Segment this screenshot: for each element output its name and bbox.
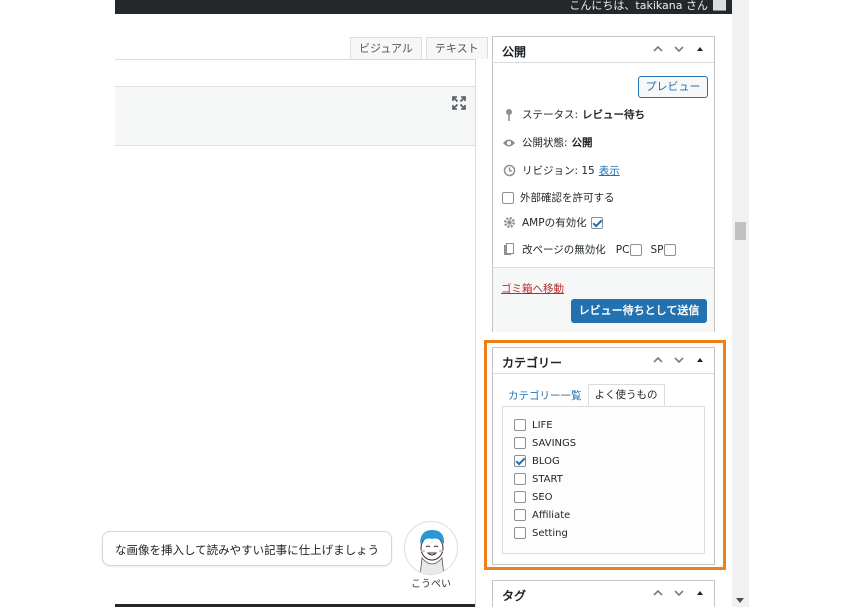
visibility-label: 公開状態: (522, 137, 568, 149)
status-row: ステータス: レビュー待ち (502, 107, 645, 122)
tab-most-used[interactable]: よく使うもの (587, 384, 665, 406)
chevron-down-icon[interactable] (673, 587, 685, 599)
amp-label: AMPの有効化 (522, 217, 587, 229)
list-item: BLOG (514, 455, 560, 467)
tag-box-controls (652, 587, 706, 599)
pin-icon (502, 108, 516, 122)
amp-row: AMPの有効化 (502, 215, 603, 230)
visibility-value: 公開 (571, 137, 593, 149)
admin-avatar[interactable] (713, 0, 726, 11)
chevron-up-icon[interactable] (652, 43, 664, 55)
revisions-link[interactable]: 表示 (599, 163, 620, 178)
publish-box-title: 公開 (502, 45, 527, 59)
collapse-toggle-icon[interactable] (694, 354, 706, 366)
category-tabs: カテゴリー一覧 よく使うもの (502, 384, 665, 406)
sp-checkbox[interactable] (664, 243, 677, 256)
sp-label: SP (650, 243, 664, 256)
preview-button[interactable]: プレビュー (638, 76, 708, 98)
category-list: LIFE SAVINGS BLOG START SEO Affiliate Se… (502, 406, 705, 554)
screen: こんにちは、takikana さん ビジュアル テキスト な画像を挿入して読みや… (0, 0, 862, 607)
publish-box-controls (652, 43, 706, 55)
collapse-toggle-icon[interactable] (694, 587, 706, 599)
publish-box: 公開 プレビュー ステータス: レビュー待ち 公開状態: 公開 リビジョン: 1… (492, 36, 715, 332)
scrollbar-track[interactable] (732, 0, 749, 607)
publish-box-header: 公開 (493, 37, 714, 63)
pages-icon (502, 243, 516, 257)
tag-box-header: タグ (493, 581, 714, 607)
revisions-row: リビジョン: 15 表示 (502, 163, 620, 178)
tag-box: タグ (492, 580, 715, 607)
tip-bubble: な画像を挿入して読みやすい記事に仕上げましょう (102, 531, 392, 566)
admin-greeting[interactable]: こんにちは、takikana さん (569, 0, 708, 13)
pc-label: PC (615, 243, 630, 256)
submit-review-button[interactable]: レビュー待ちとして送信 (571, 299, 707, 323)
fullscreen-icon[interactable] (452, 96, 466, 110)
status-value: レビュー待ち (582, 109, 646, 121)
pagebreak-row: 改ページの無効化 PC SP (502, 242, 677, 257)
external-check-label: 外部確認を許可する (520, 192, 615, 204)
external-check-row: 外部確認を許可する (502, 190, 615, 205)
chevron-up-icon[interactable] (652, 354, 664, 366)
category-checkbox-life[interactable] (514, 419, 526, 431)
history-icon (502, 164, 516, 178)
list-item: LIFE (514, 419, 553, 431)
external-check-checkbox[interactable] (502, 191, 514, 204)
tip-text: な画像を挿入して読みやすい記事に仕上げましょう (115, 543, 380, 557)
mascot-name: こうぺい (411, 579, 451, 590)
tab-visual[interactable]: ビジュアル (350, 37, 422, 59)
pc-checkbox[interactable] (630, 243, 643, 256)
tab-all-categories[interactable]: カテゴリー一覧 (502, 386, 588, 406)
pagebreak-label: 改ページの無効化 (522, 244, 606, 256)
category-checkbox-seo[interactable] (514, 491, 526, 503)
category-checkbox-savings[interactable] (514, 437, 526, 449)
collapse-toggle-icon[interactable] (694, 43, 706, 55)
category-checkbox-setting[interactable] (514, 527, 526, 539)
gear-icon (502, 216, 516, 230)
category-label: SAVINGS (532, 437, 577, 449)
amp-checkbox[interactable] (590, 216, 603, 229)
chevron-down-icon[interactable] (673, 43, 685, 55)
category-checkbox-affiliate[interactable] (514, 509, 526, 521)
trash-link[interactable]: ゴミ箱へ移動 (501, 281, 564, 296)
list-item: SAVINGS (514, 437, 576, 449)
category-label: LIFE (532, 419, 553, 431)
scrollbar-thumb[interactable] (735, 222, 746, 240)
category-box: カテゴリー カテゴリー一覧 よく使うもの LIFE SAVINGS BLOG S… (492, 347, 715, 565)
category-box-title: カテゴリー (502, 356, 563, 370)
category-label: START (532, 473, 563, 485)
category-label: BLOG (532, 455, 560, 467)
mascot-face-icon (419, 530, 445, 574)
category-label: Setting (532, 527, 568, 539)
publish-footer: ゴミ箱へ移動 レビュー待ちとして送信 (493, 267, 714, 332)
list-item: Affiliate (514, 509, 570, 521)
category-box-controls (652, 354, 706, 366)
editor-toolbar-band (115, 86, 475, 146)
tag-box-title: タグ (502, 589, 527, 603)
list-item: SEO (514, 491, 553, 503)
category-box-header: カテゴリー (493, 348, 714, 374)
category-checkbox-blog[interactable] (514, 455, 526, 467)
list-item: START (514, 473, 563, 485)
admin-bar: こんにちは、takikana さん (115, 0, 732, 14)
category-label: SEO (532, 491, 553, 503)
editor-mode-tabs: ビジュアル テキスト (350, 37, 488, 59)
scroll-down-arrow-icon[interactable] (736, 598, 744, 603)
category-label: Affiliate (532, 509, 571, 521)
visibility-row: 公開状態: 公開 (502, 135, 593, 150)
tab-text[interactable]: テキスト (425, 37, 488, 59)
chevron-down-icon[interactable] (673, 354, 685, 366)
chevron-up-icon[interactable] (652, 587, 664, 599)
status-label: ステータス: (522, 109, 579, 121)
eye-icon (502, 136, 516, 150)
category-checkbox-start[interactable] (514, 473, 526, 485)
mascot-avatar (404, 521, 458, 575)
revisions-label: リビジョン: 15 (522, 165, 595, 177)
list-item: Setting (514, 527, 568, 539)
